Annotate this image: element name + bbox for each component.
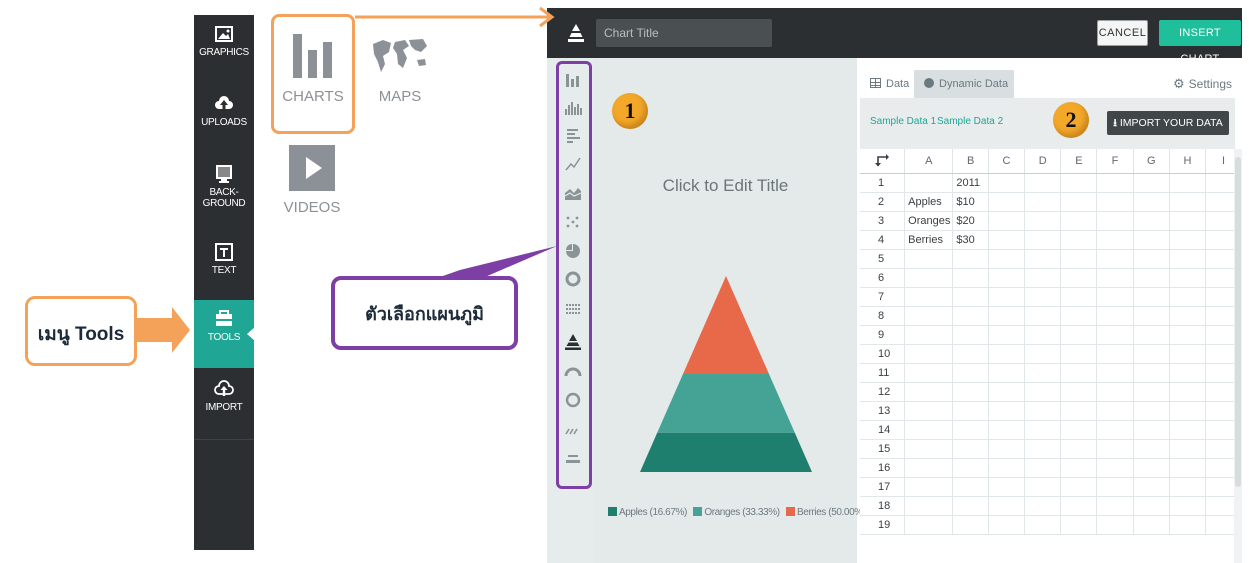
- chart-options-callout-text: ตัวเลือกแผนภูมิ: [365, 304, 484, 324]
- tools-menu-callout: เมนู Tools: [25, 296, 137, 366]
- tools-menu-callout-text: เมนู Tools: [37, 324, 125, 345]
- tools-arrow: [137, 307, 190, 353]
- chart-options-pointer: [440, 246, 557, 277]
- annotation-arrows: [137, 6, 557, 353]
- chart-options-callout: ตัวเลือกแผนภูมิ: [331, 276, 518, 350]
- step-2-badge: 2: [1053, 102, 1089, 138]
- step-1-badge: 1: [612, 93, 648, 129]
